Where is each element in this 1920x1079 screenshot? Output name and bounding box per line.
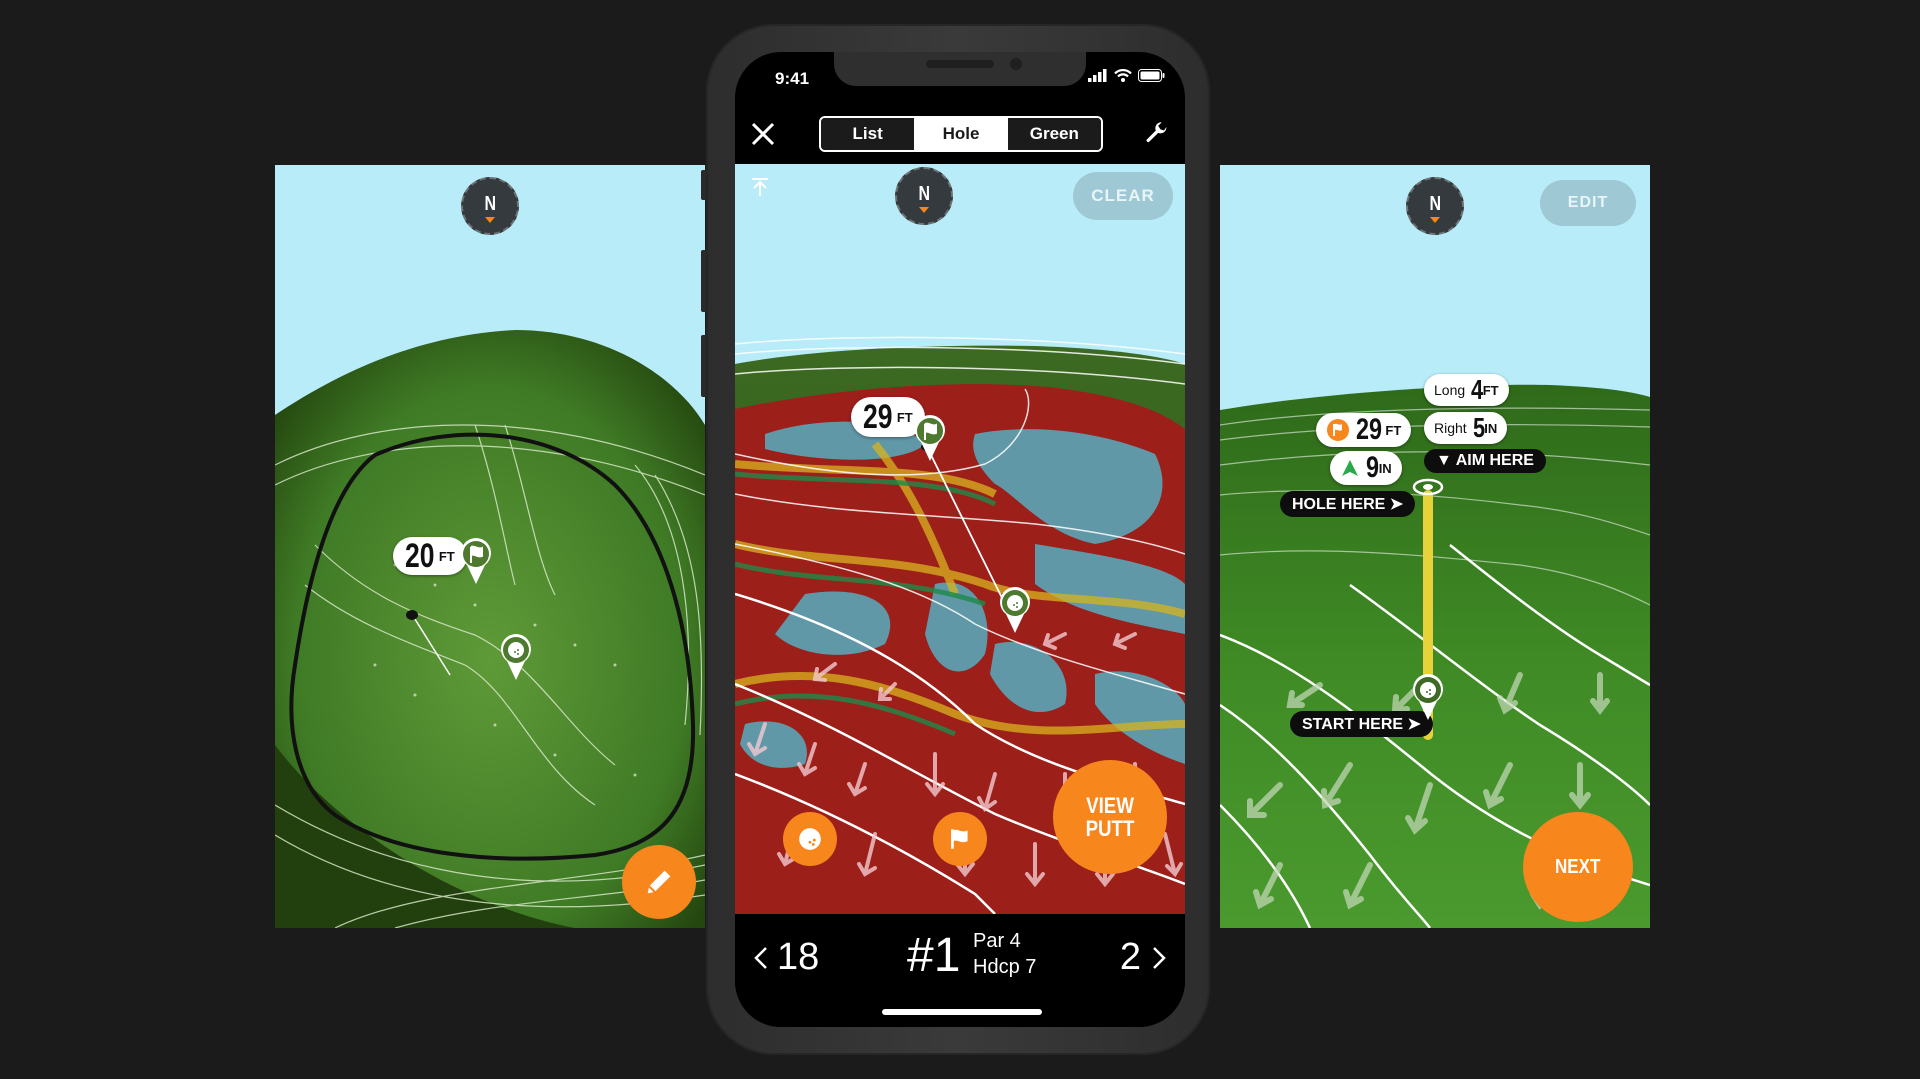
right-break-unit: IN — [1484, 420, 1498, 436]
phone-speaker — [926, 60, 994, 68]
aim-here-tag: ▼ AIM HERE — [1424, 449, 1546, 473]
right-break-value: 5 — [1472, 412, 1485, 443]
ball-pin-icon[interactable] — [998, 586, 1032, 634]
long-break-caption: Long — [1434, 382, 1466, 398]
prev-hole-number: 18 — [777, 936, 820, 978]
recenter-icon[interactable] — [749, 176, 771, 198]
pencil-icon — [647, 870, 671, 894]
pin-distance-unit: FT — [438, 548, 455, 564]
elevation-value: 9 — [1366, 451, 1380, 484]
tab-hole[interactable]: Hole — [914, 118, 1008, 150]
hole-here-tag: HOLE HERE ➤ — [1280, 491, 1416, 517]
green-slope-map[interactable]: N CLEAR 29 FT VIEW PUTT — [735, 164, 1185, 914]
status-time: 9:41 — [775, 69, 810, 88]
compass-icon[interactable]: N — [461, 177, 519, 235]
compass-pointer-icon — [1430, 217, 1440, 223]
aim-here-label: AIM HERE — [1455, 452, 1534, 469]
phone-screen: 9:41 List Hole Green N CLEAR 29 FT VIEW … — [735, 52, 1185, 1027]
compass-icon[interactable]: N — [895, 167, 953, 225]
putt-line-panel: N EDIT 29 FT 9 IN Long 4 FT Right 5 IN ▼… — [1220, 165, 1650, 928]
elevation-up-icon — [1342, 460, 1358, 476]
compass-pointer-icon — [919, 207, 929, 213]
view-putt-button[interactable]: VIEW PUTT — [1053, 760, 1167, 874]
right-break-label: Right 5 IN — [1424, 412, 1508, 444]
flag-icon — [1327, 419, 1349, 441]
next-label: NEXT — [1555, 855, 1601, 878]
compass-pointer-icon — [485, 217, 495, 223]
pointer-right-icon: ➤ — [1389, 496, 1404, 513]
chevron-left-icon — [754, 946, 767, 969]
next-hole-button[interactable]: 2 — [1120, 936, 1167, 979]
elevation-unit: IN — [1378, 460, 1392, 476]
clear-button[interactable]: CLEAR — [1073, 172, 1173, 220]
compass-north-label: N — [918, 182, 930, 205]
compass-icon[interactable]: N — [1406, 177, 1464, 235]
flag-pin-icon[interactable] — [459, 537, 493, 585]
hole-par: Par 4 — [973, 930, 1021, 952]
long-break-value: 4 — [1471, 374, 1484, 405]
wrench-icon[interactable] — [1143, 120, 1171, 148]
next-button[interactable]: NEXT — [1523, 812, 1633, 922]
flag-distance-unit: FT — [1385, 422, 1402, 438]
long-break-unit: FT — [1482, 382, 1499, 398]
tab-list[interactable]: List — [821, 118, 915, 150]
pin-distance-unit: FT — [896, 409, 913, 425]
edit-button[interactable]: EDIT — [1540, 180, 1636, 226]
ball-pin-icon[interactable] — [1411, 673, 1445, 721]
elevation-label: 9 IN — [1330, 451, 1402, 485]
flag-pin-icon[interactable] — [913, 414, 947, 462]
long-break-label: Long 4 FT — [1424, 374, 1509, 406]
hole-info: Par 4 Hdcp 7 — [973, 928, 1036, 980]
flag-distance-label: 29 FT — [1316, 413, 1412, 447]
flag-distance-value: 29 — [1356, 413, 1383, 446]
prev-hole-button[interactable]: 18 — [753, 936, 819, 979]
right-break-caption: Right — [1434, 420, 1467, 436]
view-putt-label: VIEW PUTT — [1085, 792, 1135, 841]
aim-down-arrow-icon: ▼ — [1436, 452, 1452, 469]
close-icon[interactable] — [749, 120, 777, 148]
chevron-right-icon — [1153, 946, 1166, 969]
pin-distance-label: 20 FT — [393, 537, 467, 575]
hole-navigation-bar: 18 #1 Par 4 Hdcp 7 2 — [735, 914, 1185, 1027]
edit-button[interactable] — [622, 845, 696, 919]
hole-handicap: Hdcp 7 — [973, 956, 1037, 978]
signal-icon — [1088, 69, 1107, 82]
flag-icon — [951, 829, 968, 849]
tab-green[interactable]: Green — [1007, 118, 1101, 150]
pin-distance-value: 20 — [405, 536, 435, 575]
compass-north-label: N — [484, 192, 496, 215]
ball-pin-icon[interactable] — [499, 633, 533, 681]
hole-here-label: HOLE HERE — [1292, 496, 1386, 513]
ball-position-button[interactable] — [783, 812, 837, 866]
current-hole-number: #1 — [907, 929, 961, 982]
wifi-icon — [1114, 69, 1132, 82]
flag-position-button[interactable] — [933, 812, 987, 866]
phone-notch — [834, 52, 1086, 86]
battery-icon — [1138, 69, 1165, 82]
phone-camera — [1010, 58, 1022, 70]
status-icons — [1088, 69, 1165, 82]
compass-north-label: N — [1429, 192, 1441, 215]
green-overview-panel: N 20 FT — [275, 165, 705, 928]
home-indicator[interactable] — [882, 1009, 1042, 1015]
pin-distance-value: 29 — [863, 397, 893, 436]
golf-ball-icon — [799, 828, 821, 850]
view-tabs: List Hole Green — [819, 116, 1103, 152]
start-here-label: START HERE — [1302, 716, 1404, 733]
next-hole-number: 2 — [1119, 936, 1141, 978]
